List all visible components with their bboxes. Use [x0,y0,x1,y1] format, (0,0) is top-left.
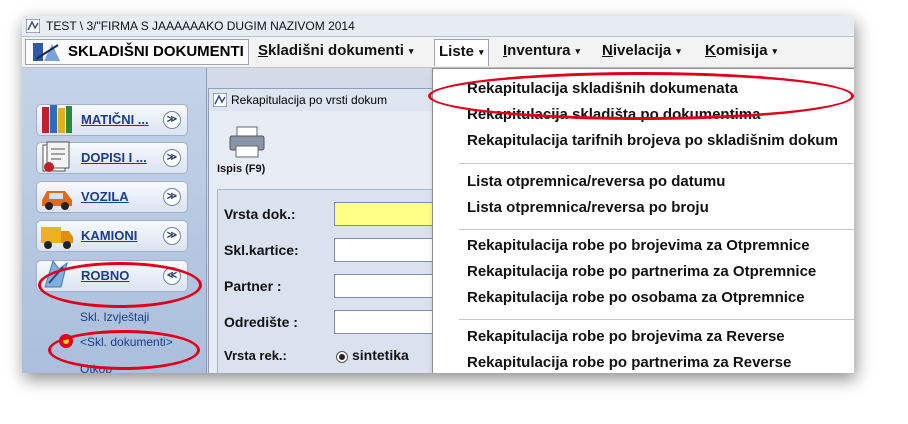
printer-icon[interactable] [227,125,267,159]
field-label-vrsta-rek: Vrsta rek.: [224,348,287,363]
odrediste-field[interactable] [334,310,436,334]
menu-accel-letter: K [705,42,716,59]
menu-bar: SKLADIŠNI DOKUMENTI Skladišni dokumenti ▾… [22,37,854,68]
menu-label: omisija [715,42,768,59]
sintetika-radio-label: sintetika [352,347,409,363]
expand-chevron-icon[interactable]: ≫ [163,188,181,206]
field-label-skl-kartice: Skl.kartice: [224,242,299,258]
dropdown-arrow-icon: ▾ [479,47,484,58]
app-window: TEST \ 3/"FIRMA S JAAAAAAKO DUGIM NAZIVO… [22,16,854,373]
menu-item-rekap-brojevi-reverse[interactable]: Rekapitulacija robe po brojevima za Reve… [467,328,785,345]
skl-kartice-select[interactable] [334,238,436,262]
car-icon [42,191,72,210]
app-logo-icon [213,93,227,107]
menu-item-lista-po-broju[interactable]: Lista otpremnica/reversa po broju [467,199,709,216]
sidebar-item-label: VOZILA [81,189,129,204]
module-logo-icon [33,43,60,61]
documents-icon [42,141,70,172]
annotation-ring-skl-dokumenti [48,330,200,370]
sidebar-item-kamioni[interactable]: KAMIONI ≫ [36,220,188,252]
field-label-vrsta-dok: Vrsta dok.: [224,206,296,222]
child-window-title: Rekapitulacija po vrsti dokum [231,93,388,107]
menu-item-rekap-brojevi-otpremnice[interactable]: Rekapitulacija robe po brojevima za Otpr… [467,237,810,254]
field-label-odrediste: Odredište : [224,314,298,330]
menu-item-rekap-osobe-otpremnice[interactable]: Rekapitulacija robe po osobama za Otprem… [467,289,805,306]
menu-accel-letter: N [602,42,613,59]
module-brand-label: SKLADIŠNI DOKUMENTI [68,43,244,60]
sidebar-item-dopisi[interactable]: DOPISI I ... ≫ [36,141,188,174]
menu-komisija[interactable]: Komisija ▾ [701,39,781,63]
menu-item-rekap-tarifnih-brojeva[interactable]: Rekapitulacija tarifnih brojeva po sklad… [467,132,838,149]
menu-label: ivelacija [612,42,672,59]
expand-chevron-icon[interactable]: ≫ [163,149,181,167]
expand-chevron-icon[interactable]: ≫ [163,227,181,245]
menu-skladisni-dokumenti[interactable]: Skladišni dokumenti ▾ [254,39,417,63]
menu-inventura[interactable]: Inventura ▾ [499,39,584,63]
menu-item-rekap-partneri-otpremnice[interactable]: Rekapitulacija robe po partnerima za Otp… [467,263,816,280]
vrsta-dok-select[interactable] [334,202,436,226]
title-bar: TEST \ 3/"FIRMA S JAAAAAAKO DUGIM NAZIVO… [22,16,854,37]
menu-label: nventura [507,42,571,59]
sintetika-radio[interactable] [336,351,348,363]
dropdown-arrow-icon: ▾ [408,46,414,57]
books-icon [42,105,72,133]
window-title: TEST \ 3/"FIRMA S JAAAAAAKO DUGIM NAZIVO… [46,19,355,33]
sidebar-item-label: DOPISI I ... [81,150,147,165]
app-logo-icon [26,19,40,33]
menu-accel-letter: S [258,42,269,59]
sidebar-item-maticni[interactable]: MATIČNI ... ≫ [36,104,188,136]
annotation-ring-robno [38,262,202,308]
sidebar-sublink-skl-izvjestaji[interactable]: Skl. Izvještaji [80,310,149,324]
menu-separator [459,319,854,320]
dropdown-arrow-icon: ▾ [575,46,581,57]
sidebar-item-label: KAMIONI [81,228,138,243]
menu-item-rekap-partneri-reverse[interactable]: Rekapitulacija robe po partnerima za Rev… [467,354,791,371]
annotation-ring-menu-item [428,72,854,120]
menu-nivelacija[interactable]: Nivelacija ▾ [598,39,685,63]
filter-form: Vrsta dok.: Skl.kartice: Partner : Odred… [217,189,439,373]
expand-chevron-icon[interactable]: ≫ [163,111,181,129]
sidebar-item-vozila[interactable]: VOZILA ≫ [36,181,188,213]
menu-separator [459,163,854,164]
menu-label: Liste [439,43,475,60]
sidebar: MATIČNI ... ≫ DOPISI I ... ≫ VOZILA ≫ KA… [22,68,207,373]
print-button-label[interactable]: Ispis (F9) [217,163,265,175]
menu-liste[interactable]: Liste ▾ [434,39,489,66]
menu-item-lista-po-datumu[interactable]: Lista otpremnica/reversa po datumu [467,173,725,190]
module-brand-button[interactable]: SKLADIŠNI DOKUMENTI [25,39,249,65]
field-label-partner: Partner : [224,278,282,294]
truck-icon [41,227,73,249]
sidebar-item-label: MATIČNI ... [81,112,149,127]
dropdown-arrow-icon: ▾ [676,46,681,57]
menu-label: kladišni dokumenti [268,42,404,59]
partner-field[interactable] [334,274,436,298]
menu-separator [459,229,854,230]
dropdown-arrow-icon: ▾ [772,46,778,57]
